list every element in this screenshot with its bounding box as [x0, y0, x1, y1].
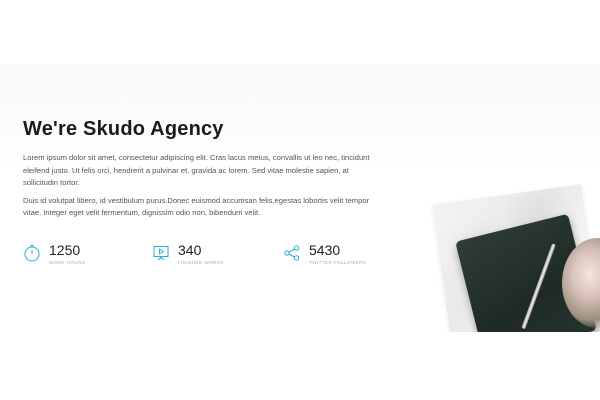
secondary-paragraph: Duis id volutpat libero, id vestibulum p…: [23, 195, 370, 218]
intro-paragraph: Lorem ipsum dolor sit amet, consectetur …: [23, 153, 370, 187]
stat-twitter-followers: 5430 TWITTER FOLLOWERS: [283, 243, 366, 265]
presentation-icon: [152, 244, 170, 262]
share-icon: [283, 244, 301, 262]
about-content: We're Skudo Agency Lorem ipsum dolor sit…: [23, 116, 383, 220]
stat-work-hours: 1250 WORK HOURS: [23, 243, 85, 265]
stopwatch-icon: [23, 244, 41, 262]
section-title: We're Skudo Agency: [23, 118, 224, 140]
stat-label: FINISHED WORKS: [178, 260, 224, 265]
stats-row: 1250 WORK HOURS 340 FINISHED WORKS 5430 …: [23, 243, 403, 273]
page: We're Skudo Agency Lorem ipsum dolor sit…: [0, 0, 600, 400]
stat-label: TWITTER FOLLOWERS: [309, 260, 367, 265]
stat-value: 1250: [49, 242, 81, 258]
stat-finished-works: 340 FINISHED WORKS: [152, 243, 224, 265]
stat-label: WORK HOURS: [49, 260, 86, 265]
stat-value: 5430: [309, 242, 341, 258]
stat-value: 340: [178, 242, 202, 258]
